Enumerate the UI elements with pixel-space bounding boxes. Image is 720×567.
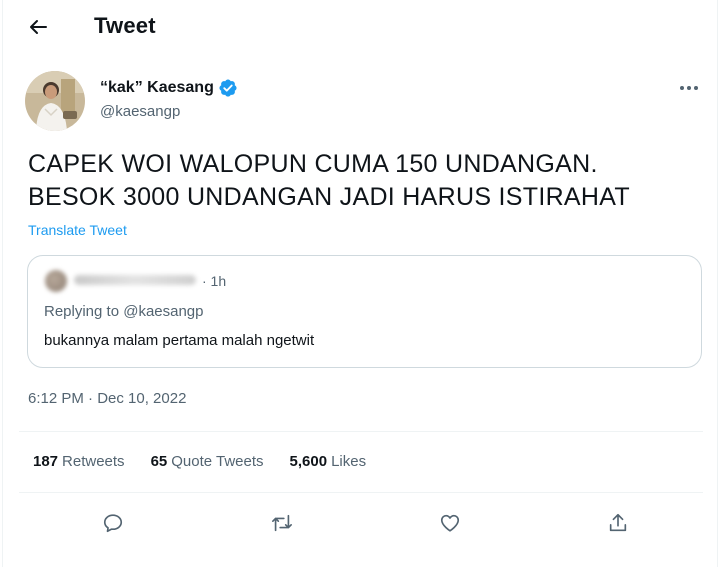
arrow-left-icon bbox=[30, 20, 47, 34]
more-options-button[interactable] bbox=[674, 74, 704, 102]
quotes-label: Quote Tweets bbox=[171, 453, 264, 470]
profile-photo bbox=[25, 71, 85, 131]
author-name[interactable]: “kak” Kaesang bbox=[100, 78, 238, 98]
reply-icon bbox=[103, 514, 123, 533]
share-icon bbox=[609, 513, 627, 532]
quoted-author-blurred bbox=[74, 275, 196, 285]
like-button[interactable] bbox=[433, 506, 467, 540]
likes-stat[interactable]: 5,600 Likes bbox=[290, 453, 367, 473]
divider bbox=[19, 431, 703, 432]
like-icon bbox=[440, 514, 460, 532]
page-header: Tweet bbox=[3, 0, 719, 53]
retweets-label: Retweets bbox=[62, 453, 125, 470]
retweets-count: 187 bbox=[33, 453, 59, 470]
divider bbox=[19, 492, 703, 493]
reply-button[interactable] bbox=[96, 506, 130, 540]
more-dots-icon bbox=[680, 86, 698, 90]
quotes-count: 65 bbox=[150, 453, 168, 470]
author-name-text: “kak” Kaesang bbox=[100, 79, 214, 96]
retweets-stat[interactable]: 187 Retweets bbox=[33, 453, 125, 473]
quoted-time: · 1h bbox=[202, 273, 227, 289]
engagement-stats: 187 Retweets 65 Quote Tweets 5,600 Likes bbox=[33, 453, 366, 473]
retweet-button[interactable] bbox=[265, 506, 299, 540]
likes-count: 5,600 bbox=[289, 453, 328, 470]
page-title: Tweet bbox=[94, 13, 156, 38]
author-handle[interactable]: @kaesangp bbox=[100, 103, 180, 120]
quoted-text: bukannya malam pertama malah ngetwit bbox=[44, 332, 315, 349]
likes-label: Likes bbox=[331, 453, 367, 470]
back-button[interactable] bbox=[21, 12, 55, 42]
quoted-tweet[interactable]: · 1h Replying to @kaesangp bukannya mala… bbox=[27, 255, 702, 368]
retweet-icon bbox=[272, 514, 292, 532]
tweet-text: CAPEK WOI WALOPUN CUMA 150 UNDANGAN. BES… bbox=[28, 150, 630, 211]
quoted-avatar-blurred bbox=[45, 270, 67, 292]
tweet-actions bbox=[3, 506, 719, 540]
quote-tweets-stat[interactable]: 65 Quote Tweets bbox=[151, 453, 264, 473]
verified-badge-icon bbox=[219, 79, 237, 97]
tweet-page: Tweet “kak” Kaesang @kaesangp CAPEK WOI … bbox=[2, 0, 718, 567]
tweet-timestamp[interactable]: 6:12 PM · Dec 10, 2022 bbox=[28, 390, 186, 407]
share-button[interactable] bbox=[601, 506, 635, 540]
quoted-replying-to: Replying to @kaesangp bbox=[44, 303, 204, 320]
avatar[interactable] bbox=[25, 71, 85, 131]
translate-tweet-link[interactable]: Translate Tweet bbox=[28, 222, 127, 238]
